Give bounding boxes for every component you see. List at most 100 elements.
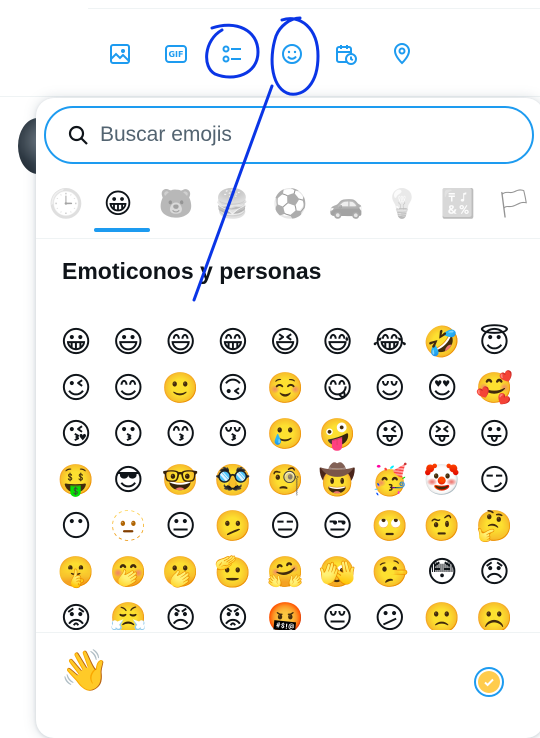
tab-smileys[interactable]: 😀 (98, 184, 138, 224)
image-icon (110, 44, 130, 64)
emoji-item[interactable]: 🫤 (207, 504, 259, 550)
emoji-item[interactable]: 😆 (259, 320, 311, 366)
tab-food[interactable]: 🍔 (212, 184, 252, 224)
emoji-item[interactable]: 🫢 (155, 550, 207, 596)
emoji-item[interactable]: 😑 (259, 504, 311, 550)
emoji-item[interactable]: 😟 (50, 596, 102, 630)
tab-recent[interactable]: 🕒 (46, 184, 86, 224)
emoji-item[interactable]: 😁 (207, 320, 259, 366)
emoji-item[interactable]: 😍 (416, 366, 468, 412)
emoji-item[interactable]: 🤓 (155, 458, 207, 504)
schedule-button[interactable] (330, 38, 362, 70)
emoji-item[interactable]: 😚 (207, 412, 259, 458)
emoji-item[interactable]: 😃 (102, 320, 154, 366)
emoji-item[interactable]: 😇 (468, 320, 520, 366)
emoji-item[interactable]: 😎 (102, 458, 154, 504)
search-icon (68, 125, 88, 145)
emoji-item[interactable]: 😗 (102, 412, 154, 458)
location-icon (393, 43, 411, 65)
emoji-button[interactable] (276, 38, 308, 70)
emoji-item[interactable]: 😛 (468, 412, 520, 458)
emoji-item[interactable]: 🫣 (312, 550, 364, 596)
top-divider (88, 8, 540, 9)
emoji-item[interactable]: ☺️ (259, 366, 311, 412)
emoji-item[interactable]: ☹️ (468, 596, 520, 630)
emoji-item[interactable]: 😞 (468, 550, 520, 596)
emoji-item[interactable]: 😅 (312, 320, 364, 366)
emoji-item[interactable]: 🤭 (102, 550, 154, 596)
tab-animals[interactable]: 🐻 (156, 184, 196, 224)
emoji-item[interactable]: 🧐 (259, 458, 311, 504)
emoji-item[interactable]: 😀 (50, 320, 102, 366)
emoji-item[interactable]: 😏 (468, 458, 520, 504)
search-placeholder: Buscar emojis (100, 123, 232, 146)
emoji-item[interactable]: 🤡 (416, 458, 468, 504)
tab-flags[interactable]: 🏳 (494, 184, 534, 224)
emoji-item[interactable]: 😘 (50, 412, 102, 458)
gif-icon: GIF (165, 45, 187, 63)
emoji-item[interactable]: 🥸 (207, 458, 259, 504)
emoji-item[interactable]: 😒 (312, 504, 364, 550)
gif-button[interactable]: GIF (160, 38, 192, 70)
emoji-item[interactable]: 🤫 (50, 550, 102, 596)
emoji-item[interactable]: 😡 (207, 596, 259, 630)
skin-tone-selector[interactable] (474, 667, 504, 697)
emoji-item[interactable]: 🤗 (259, 550, 311, 596)
tab-objects[interactable]: 💡 (382, 184, 422, 224)
emoji-item[interactable]: 😶 (50, 504, 102, 550)
emoji-item[interactable]: 🤣 (416, 320, 468, 366)
emoji-item[interactable]: 😌 (364, 366, 416, 412)
tab-symbols[interactable]: 🔣 (438, 184, 478, 224)
emoji-item[interactable]: 🫥 (102, 504, 154, 550)
emoji-item[interactable]: 🥰 (468, 366, 520, 412)
skin-tone-swatch (478, 671, 500, 693)
emoji-item[interactable]: 🤬 (259, 596, 311, 630)
category-tabs: 🕒 😀 🐻 🍔 ⚽ 🚗 💡 🔣 🏳 (36, 176, 540, 239)
emoji-item[interactable]: 😳 (416, 550, 468, 596)
emoji-item[interactable]: 🙃 (207, 366, 259, 412)
toolbar-divider (0, 96, 540, 97)
location-button[interactable] (386, 38, 418, 70)
emoji-item[interactable]: 😐 (155, 504, 207, 550)
emoji-item[interactable]: 🥳 (364, 458, 416, 504)
tab-travel[interactable]: 🚗 (326, 184, 366, 224)
emoji-item[interactable]: 🙁 (416, 596, 468, 630)
emoji-item[interactable]: 🤥 (364, 550, 416, 596)
emoji-item[interactable]: 🤪 (312, 412, 364, 458)
waving-hand-emoji: 👋 (60, 648, 110, 694)
emoji-item[interactable]: 😤 (102, 596, 154, 630)
emoji-item[interactable]: 😠 (155, 596, 207, 630)
emoji-item[interactable]: 🤠 (312, 458, 364, 504)
emoji-icon (282, 44, 302, 64)
emoji-picker: Buscar emojis 🕒 😀 🐻 🍔 ⚽ 🚗 💡 🔣 🏳 Emoticon… (36, 98, 540, 738)
emoji-item[interactable]: 🤔 (468, 504, 520, 550)
tab-activities[interactable]: ⚽ (270, 184, 310, 224)
emoji-item[interactable]: 😜 (364, 412, 416, 458)
emoji-item[interactable]: 🫡 (207, 550, 259, 596)
schedule-icon (336, 45, 357, 65)
emoji-item[interactable]: 😙 (155, 412, 207, 458)
emoji-item[interactable]: 😂 (364, 320, 416, 366)
emoji-item[interactable]: 😕 (364, 596, 416, 630)
media-button[interactable] (104, 38, 136, 70)
emoji-item[interactable]: 😊 (102, 366, 154, 412)
check-icon (484, 678, 494, 687)
emoji-grid: 😀 😃 😄 😁 😆 😅 😂 🤣 😇 😉 😊 🙂 🙃 ☺️ 😋 😌 😍 🥰 😘 😗 😙 😚 🥲 🤪 😜 😝 😛 🤑 😎 🤓 🥸 🧐 🤠 🥳 🤡 😏 😶 🫥 😐… (50, 320, 540, 630)
emoji-search-field[interactable]: Buscar emojis (44, 106, 534, 164)
emoji-item[interactable]: 🙂 (155, 366, 207, 412)
emoji-item[interactable]: 🥲 (259, 412, 311, 458)
emoji-item[interactable]: 🙄 (364, 504, 416, 550)
emoji-item[interactable]: 🤨 (416, 504, 468, 550)
emoji-item[interactable]: 😋 (312, 366, 364, 412)
active-tab-indicator (94, 228, 150, 232)
emoji-item[interactable]: 😔 (312, 596, 364, 630)
emoji-item[interactable]: 🤑 (50, 458, 102, 504)
poll-button[interactable] (216, 38, 248, 70)
emoji-item[interactable]: 😝 (416, 412, 468, 458)
section-title: Emoticonos y personas (62, 258, 322, 284)
compose-toolbar: GIF (100, 30, 430, 80)
emoji-item[interactable]: 😄 (155, 320, 207, 366)
emoji-item[interactable]: 😉 (50, 366, 102, 412)
poll-icon (222, 45, 241, 63)
picker-footer: 👋 (36, 632, 540, 738)
